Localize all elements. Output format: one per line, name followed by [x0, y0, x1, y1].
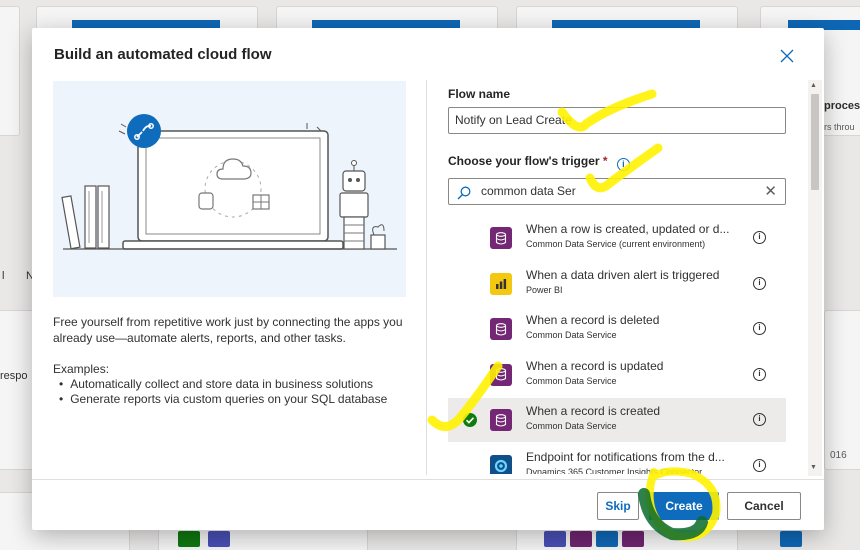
- dialog-description: Free yourself from repetitive work just …: [53, 315, 403, 345]
- footer-divider: [32, 479, 824, 480]
- search-value: common data Ser: [481, 184, 576, 198]
- trigger-connector: Common Data Service: [526, 375, 617, 386]
- flow-name-label: Flow name: [448, 87, 510, 101]
- flow-illustration: [53, 81, 406, 297]
- info-icon[interactable]: i: [753, 276, 766, 290]
- trigger-label-text: Choose your flow's trigger: [448, 154, 600, 168]
- scrollbar[interactable]: ▲ ▼: [808, 80, 822, 476]
- info-icon[interactable]: i: [753, 231, 766, 244]
- skip-button[interactable]: Skip: [597, 492, 639, 520]
- trigger-connector: Dynamics 365 Customer Insights Connector: [526, 466, 703, 475]
- flow-name-input[interactable]: Notify on Lead Create: [448, 107, 786, 134]
- trigger-option[interactable]: Endpoint for notifications from the d...…: [448, 444, 786, 475]
- trigger-name: When a record is created: [526, 404, 661, 418]
- info-icon[interactable]: i: [753, 413, 766, 426]
- database-icon: [490, 409, 512, 431]
- examples-list: Automatically collect and store data in …: [59, 377, 387, 407]
- info-icon[interactable]: i: [753, 322, 766, 335]
- scrollbar-thumb[interactable]: [811, 94, 819, 190]
- flow-name-value: Notify on Lead Create: [455, 113, 572, 127]
- scroll-down-icon[interactable]: ▼: [810, 464, 817, 471]
- clear-search-icon[interactable]: ✕: [764, 179, 777, 204]
- trigger-name: When a row is created, updated or d...: [526, 222, 730, 236]
- build-flow-dialog: Build an automated cloud flow Free yours…: [32, 28, 824, 530]
- trigger-option[interactable]: When a data driven alert is triggered Pow…: [448, 262, 786, 306]
- trigger-option[interactable]: When a record is deleted Common Data Serv…: [448, 307, 786, 351]
- trigger-name: When a data driven alert is triggered: [526, 267, 720, 282]
- example-item: Automatically collect and store data in …: [59, 377, 387, 392]
- trigger-option[interactable]: When a record is updated Common Data Serv…: [448, 353, 786, 397]
- trigger-name: Endpoint for notifications from the d...: [526, 449, 725, 464]
- required-mark: *: [602, 154, 608, 168]
- dialog-title: Build an automated cloud flow: [54, 46, 272, 63]
- trigger-connector: Power BI: [526, 284, 563, 295]
- close-icon[interactable]: [778, 48, 796, 66]
- trigger-label: Choose your flow's trigger * i: [448, 154, 630, 171]
- trigger-option[interactable]: When a row is created, updated or d... Co…: [448, 216, 786, 260]
- trigger-option[interactable]: When a record is created Common Data Serv…: [448, 398, 786, 442]
- trigger-name: When a record is deleted: [526, 313, 660, 327]
- selected-check-icon: [463, 413, 477, 427]
- examples-heading: Examples:: [53, 362, 110, 376]
- powerbi-icon: [490, 272, 512, 295]
- scroll-up-icon[interactable]: ▲: [810, 82, 817, 89]
- info-icon[interactable]: i: [753, 367, 766, 381]
- trigger-list: When a row is created, updated or d... Co…: [448, 216, 786, 474]
- database-icon: [490, 363, 512, 386]
- trigger-search-input[interactable]: common data Ser ✕: [448, 178, 786, 205]
- info-icon[interactable]: i: [753, 458, 766, 472]
- search-icon: [457, 184, 471, 209]
- customer-insights-icon: [490, 454, 512, 474]
- database-icon: [490, 227, 512, 249]
- trigger-connector: Common Data Service (current environment…: [526, 239, 706, 249]
- create-button[interactable]: Create: [649, 492, 719, 520]
- info-icon[interactable]: i: [616, 158, 630, 171]
- trigger-connector: Common Data Service: [526, 421, 617, 431]
- cancel-button[interactable]: Cancel: [727, 492, 801, 520]
- example-item: Generate reports via custom queries on y…: [59, 392, 387, 407]
- panel-divider: [426, 80, 427, 475]
- database-icon: [490, 318, 512, 340]
- trigger-connector: Common Data Service: [526, 330, 617, 340]
- trigger-name: When a record is updated: [526, 358, 664, 373]
- flow-name-label-text: Flow name: [448, 87, 511, 101]
